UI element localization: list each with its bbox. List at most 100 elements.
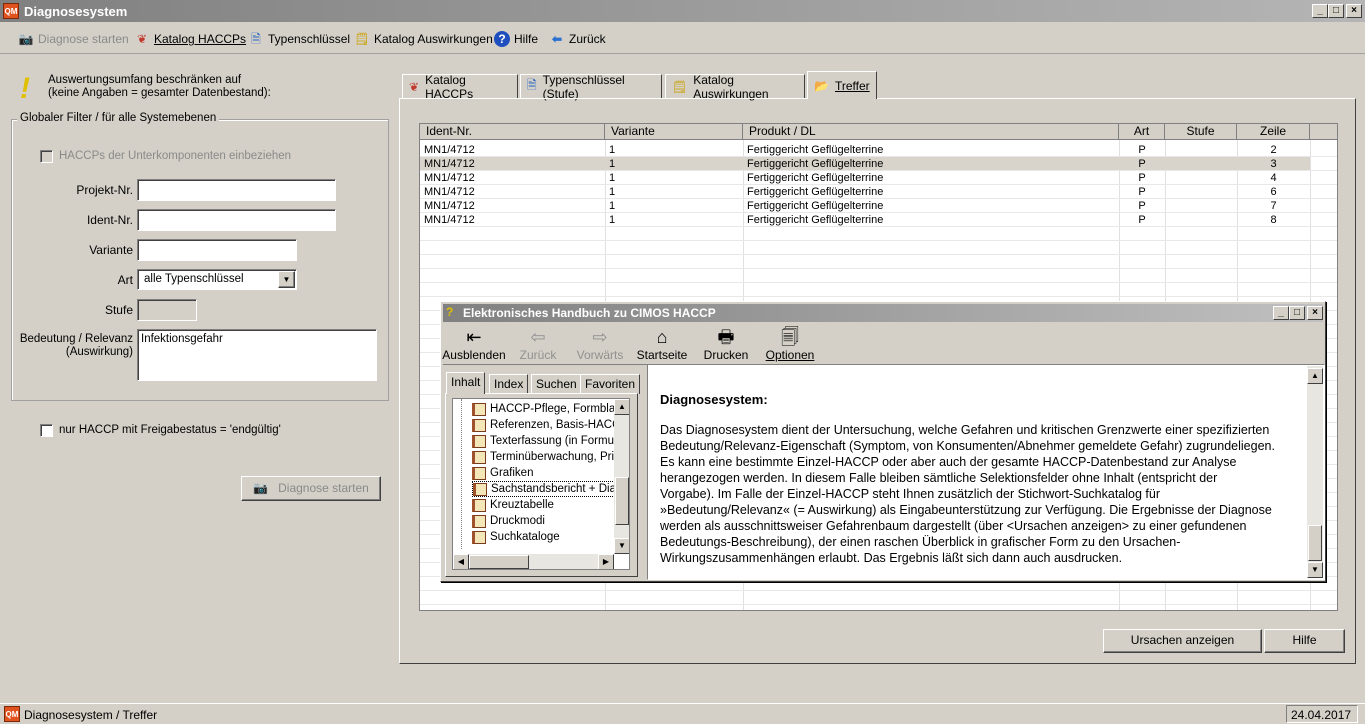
bedeutung-textarea[interactable]: Infektionsgefahr: [137, 329, 377, 381]
tree-item[interactable]: Referenzen, Basis-HACC: [472, 417, 620, 433]
table-row[interactable]: MN1/4712 1 Fertiggericht Geflügelterrine P 2: [420, 143, 1310, 157]
help-zurueck-button[interactable]: ⇦ Zurück: [503, 326, 573, 362]
projekt-input[interactable]: [137, 179, 336, 201]
help-book-icon: ?: [446, 305, 454, 319]
table-row[interactable]: MN1/4712 1 Fertiggericht Geflügelterrine P 8: [420, 213, 1310, 227]
tree-item[interactable]: Texterfassung (in Formula: [472, 433, 623, 449]
col-header-zeile[interactable]: Zeile: [1237, 124, 1310, 140]
toolbar-katalog-auswirkungen-label: Katalog Auswirkungen: [374, 32, 493, 46]
scroll-up-icon[interactable]: ▲: [1307, 368, 1323, 384]
help-maximize-button[interactable]: □: [1289, 306, 1305, 320]
tree-item[interactable]: Suchkataloge: [472, 529, 560, 545]
cell-produkt: Fertiggericht Geflügelterrine: [747, 158, 884, 170]
help-optionen-button[interactable]: 🗐 Optionen: [755, 326, 825, 362]
tree-item[interactable]: Kreuztabelle: [472, 497, 554, 513]
global-filter-title: Globaler Filter / für alle Systemebenen: [17, 112, 220, 124]
help-content-vscroll-thumb[interactable]: [1308, 525, 1322, 561]
help-window: ? Elektronisches Handbuch zu CIMOS HACCP…: [440, 301, 1326, 582]
notepad-icon: 🗒: [672, 79, 688, 94]
help-zurueck-label: Zurück: [519, 348, 557, 362]
help-ausblenden-button[interactable]: ⇤ Ausblenden: [439, 326, 509, 362]
key-document-icon: 🗎: [251, 32, 261, 46]
help-tree-hscroll-thumb[interactable]: [469, 555, 529, 569]
help-tree[interactable]: HACCP-Pflege, Formblatt Referenzen, Basis…: [452, 398, 630, 570]
col-header-variante[interactable]: Variante: [605, 124, 743, 140]
ident-input[interactable]: [137, 209, 336, 231]
toolbar-katalog-haccps[interactable]: ❦ Katalog HACCPs: [134, 30, 246, 48]
options-icon: 🗐: [781, 327, 799, 347]
tree-item[interactable]: Druckmodi: [472, 513, 545, 529]
cell-variante: 1: [609, 200, 616, 212]
maximize-button[interactable]: □: [1328, 4, 1344, 18]
scroll-right-icon[interactable]: ▶: [598, 554, 614, 569]
toolbar-diagnose-start[interactable]: 📷 Diagnose starten: [18, 30, 129, 48]
tree-item-label: HACCP-Pflege, Formblatt: [490, 403, 622, 415]
catalog-leaf-icon: ❦: [136, 32, 148, 46]
haccp-sub-checkbox[interactable]: [40, 150, 53, 163]
art-select[interactable]: alle Typenschlüssel ▼: [137, 269, 297, 290]
help-tab-favoriten[interactable]: Favoriten: [580, 374, 641, 394]
tree-item[interactable]: HACCP-Pflege, Formblatt: [472, 401, 622, 417]
title-bar: QM Diagnosesystem _ □ ×: [0, 0, 1365, 22]
variante-label: Variante: [89, 243, 133, 257]
app-icon: QM: [3, 3, 19, 19]
help-tree-vscroll-thumb[interactable]: [615, 477, 629, 525]
book-icon: [472, 498, 486, 512]
help-minimize-button[interactable]: _: [1273, 306, 1289, 320]
cell-stufe: [1165, 171, 1237, 185]
col-header-produkt[interactable]: Produkt / DL: [743, 124, 1119, 140]
bedeutung-label-1: Bedeutung / Relevanz: [19, 333, 133, 345]
tab-treffer[interactable]: 📂 Treffer: [807, 71, 877, 99]
cell-stufe: [1165, 185, 1237, 199]
cell-stufe: [1165, 157, 1237, 171]
help-title-bar: ? Elektronisches Handbuch zu CIMOS HACCP…: [443, 304, 1323, 322]
close-button[interactable]: ×: [1346, 4, 1362, 18]
table-row[interactable]: MN1/4712 1 Fertiggericht Geflügelterrine P 4: [420, 171, 1310, 185]
scroll-up-icon[interactable]: ▲: [614, 399, 629, 415]
scroll-down-icon[interactable]: ▼: [1307, 562, 1323, 578]
help-close-button[interactable]: ×: [1307, 306, 1323, 320]
chevron-down-icon[interactable]: ▼: [278, 271, 295, 288]
col-header-stufe[interactable]: Stufe: [1165, 124, 1237, 140]
stufe-label: Stufe: [104, 303, 133, 317]
variante-input[interactable]: [137, 239, 297, 261]
help-tab-index[interactable]: Index: [489, 374, 529, 394]
arrow-left-icon: ⬅: [551, 32, 563, 46]
tree-item[interactable]: Grafiken: [472, 465, 533, 481]
table-row[interactable]: MN1/4712 1 Fertiggericht Geflügelterrine P 6: [420, 185, 1310, 199]
tab-katalog-haccps[interactable]: ❦ Katalog HACCPs: [402, 73, 518, 101]
printer-icon: 🖶: [717, 327, 735, 347]
cell-zeile: 3: [1270, 158, 1277, 170]
help-tab-inhalt[interactable]: Inhalt: [446, 372, 486, 394]
toolbar-katalog-auswirkungen[interactable]: 🗒 Katalog Auswirkungen: [354, 30, 493, 48]
help-vorwaerts-button[interactable]: ⇨ Vorwärts: [565, 326, 635, 362]
col-header-ident[interactable]: Ident-Nr.: [420, 124, 605, 140]
scroll-down-icon[interactable]: ▼: [614, 538, 629, 554]
minimize-button[interactable]: _: [1312, 4, 1328, 18]
ursachen-button[interactable]: Ursachen anzeigen: [1103, 629, 1262, 653]
cell-variante: 1: [609, 144, 616, 156]
freigabe-checkbox[interactable]: [40, 424, 53, 437]
projekt-label: Projekt-Nr.: [76, 183, 133, 197]
help-tab-suchen[interactable]: Suchen: [531, 374, 582, 394]
tab-katalog-auswirkungen[interactable]: 🗒 Katalog Auswirkungen: [665, 73, 805, 101]
help-title: Elektronisches Handbuch zu CIMOS HACCP: [463, 306, 716, 320]
help-ausblenden-label: Ausblenden: [442, 348, 506, 362]
toolbar-typenschluessel[interactable]: 🗎 Typenschlüssel: [248, 30, 350, 48]
table-row[interactable]: MN1/4712 1 Fertiggericht Geflügelterrine P 7: [420, 199, 1310, 213]
tree-item[interactable]: Terminüberwachung, Prio: [472, 449, 620, 465]
toolbar-hilfe[interactable]: ? Hilfe: [494, 30, 538, 48]
hilfe-button[interactable]: Hilfe: [1264, 629, 1345, 653]
scroll-left-icon[interactable]: ◀: [453, 554, 469, 569]
cell-variante: 1: [609, 172, 616, 184]
tree-item[interactable]: Sachstandsbericht + Diag: [472, 481, 624, 497]
col-header-art[interactable]: Art: [1119, 124, 1165, 140]
tab-typenschluessel[interactable]: 🗎 Typenschlüssel (Stufe): [520, 73, 662, 101]
diagnose-start-button[interactable]: 📷 Diagnose starten: [241, 476, 381, 501]
cell-zeile: 4: [1270, 172, 1277, 184]
help-startseite-button[interactable]: ⌂ Startseite: [627, 326, 697, 362]
help-drucken-button[interactable]: 🖶 Drucken: [691, 326, 761, 362]
table-row[interactable]: MN1/4712 1 Fertiggericht Geflügelterrine P 3: [420, 157, 1310, 171]
toolbar-zurueck[interactable]: ⬅ Zurück: [549, 30, 606, 48]
tree-item-label: Druckmodi: [490, 515, 545, 527]
